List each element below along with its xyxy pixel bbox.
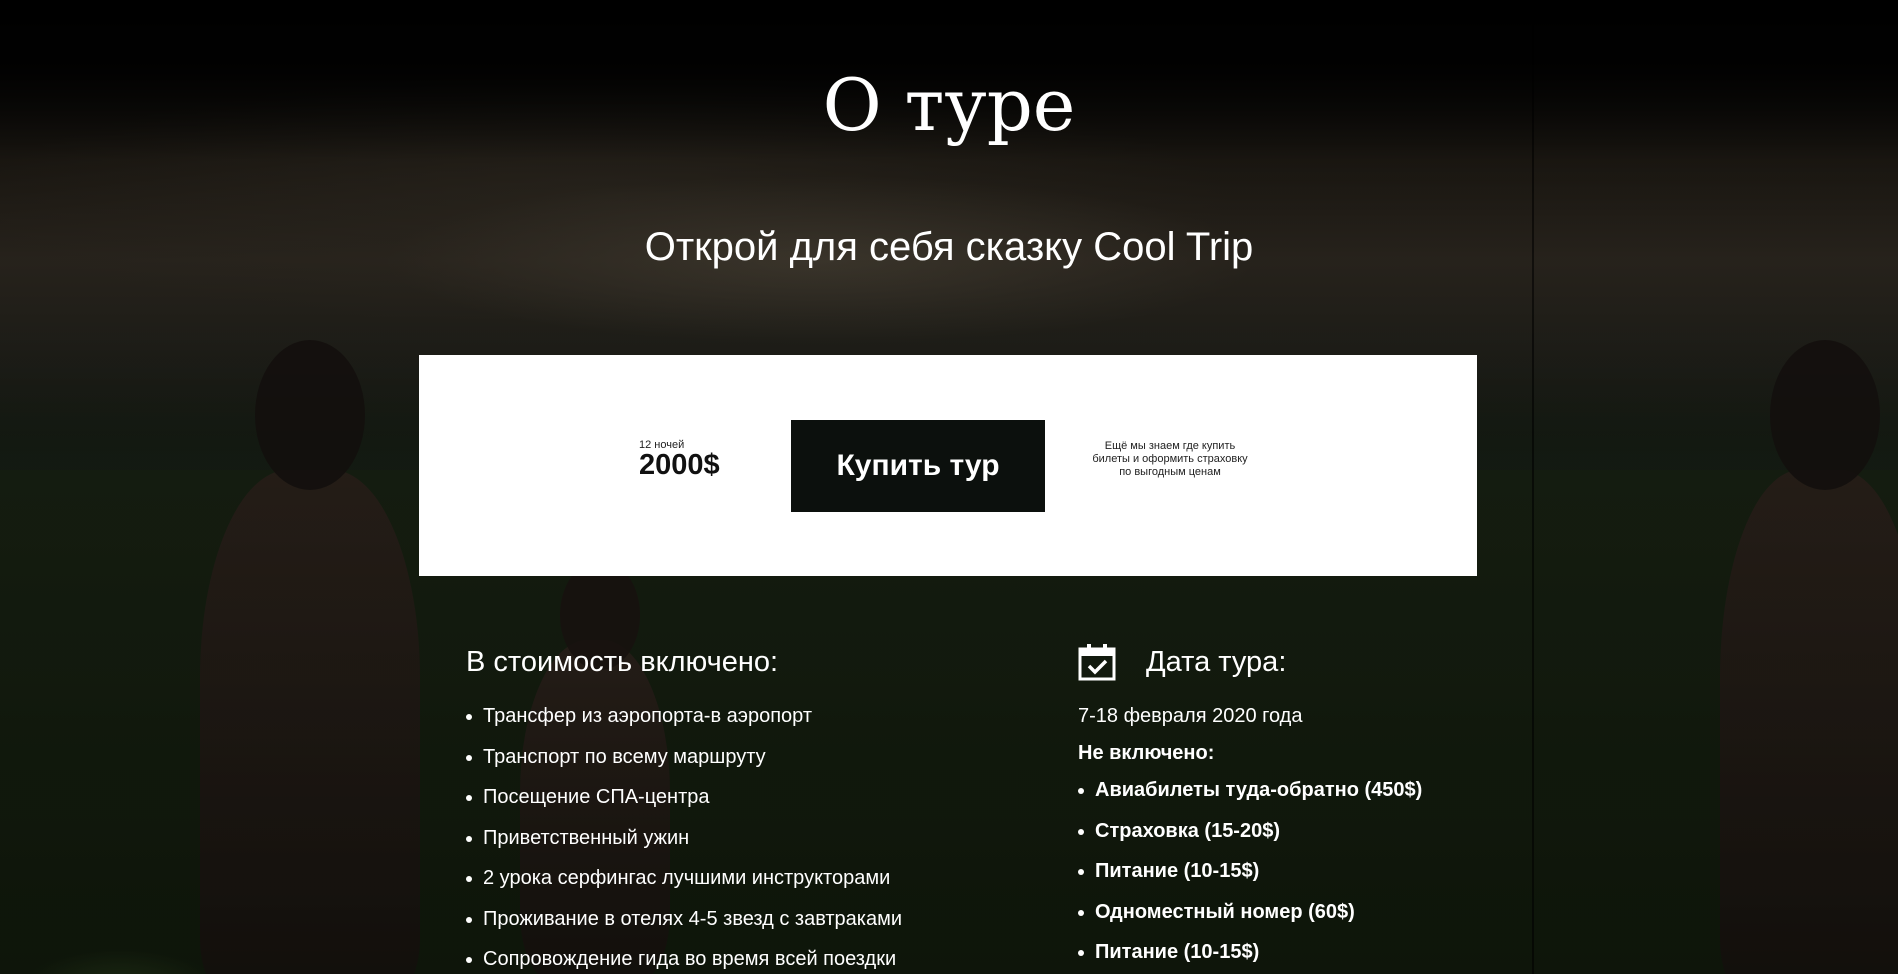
page-subtitle: Открой для себя сказку Cool Trip — [644, 225, 1254, 269]
list-item: Питание (10-15$) — [1078, 851, 1598, 892]
buy-tour-button[interactable]: Купить тур — [791, 420, 1045, 512]
list-item: Страховка (15-20$) — [1078, 811, 1598, 852]
list-item: 2 урока серфингас лучшими инструкторами — [466, 858, 1026, 899]
price-card: 12 ночей 2000$ Купить тур Ещё мы знаем г… — [419, 355, 1477, 576]
list-item: Приветственный ужин — [466, 818, 1026, 859]
included-heading: В стоимость включено: — [466, 646, 779, 678]
list-item: Трансфер из аэропорта-в аэропорт — [466, 696, 1026, 737]
list-item: Посещение СПА-центра — [466, 777, 1026, 818]
tickets-insurance-note: Ещё мы знаем где купить билеты и оформит… — [1092, 440, 1248, 478]
list-item: Проживание в отелях 4-5 звезд с завтрака… — [466, 899, 1026, 940]
not-included-list: Авиабилеты туда-обратно (450$) Страховка… — [1078, 770, 1598, 973]
calendar-check-icon — [1078, 643, 1116, 681]
tour-date-heading: Дата тура: — [1146, 646, 1287, 678]
list-item: Сопровождение гида во время всей поездки — [466, 939, 1026, 974]
tour-date-heading-row: Дата тура: — [1078, 640, 1598, 684]
page-title: О туре — [822, 63, 1076, 147]
about-tour-page: О туре Открой для себя сказку Cool Trip … — [0, 0, 1898, 974]
list-item: Питание (10-15$) — [1078, 932, 1598, 973]
included-list: Трансфер из аэропорта-в аэропорт Транспо… — [466, 696, 1026, 974]
tour-date-value: 7-18 февраля 2020 года — [1078, 705, 1303, 727]
tour-date-section: Дата тура: 7-18 февраля 2020 года Не вкл… — [1078, 640, 1598, 973]
list-item: Транспорт по всему маршруту — [466, 737, 1026, 778]
tour-price: 2000$ — [639, 449, 720, 481]
included-section: В стоимость включено: Трансфер из аэропо… — [466, 640, 1026, 974]
list-item: Одноместный номер (60$) — [1078, 892, 1598, 933]
not-included-heading: Не включено: — [1078, 742, 1215, 764]
list-item: Авиабилеты туда-обратно (450$) — [1078, 770, 1598, 811]
